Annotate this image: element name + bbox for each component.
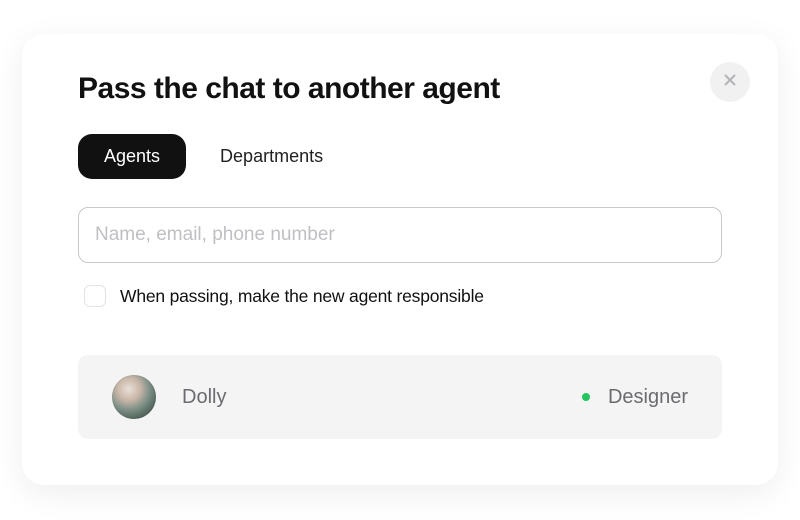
responsible-checkbox-label: When passing, make the new agent respons… [120,286,484,307]
agent-list: Dolly Designer [78,355,722,439]
close-button[interactable] [710,62,750,102]
search-field [78,207,722,263]
avatar [112,375,156,419]
tab-label: Departments [220,146,323,166]
agent-role: Designer [608,386,688,409]
responsible-checkbox[interactable] [84,285,106,307]
tab-label: Agents [104,146,160,166]
pass-chat-modal: Pass the chat to another agent Agents De… [22,34,778,485]
agent-name: Dolly [182,386,226,409]
status-dot-icon [582,393,590,401]
tab-departments[interactable]: Departments [214,134,349,179]
responsible-checkbox-row: When passing, make the new agent respons… [78,285,722,307]
tab-agents[interactable]: Agents [78,134,186,179]
agent-list-item[interactable]: Dolly Designer [78,355,722,439]
tab-bar: Agents Departments [78,134,722,179]
close-icon [723,73,737,92]
modal-title: Pass the chat to another agent [78,72,722,106]
search-input[interactable] [78,207,722,263]
